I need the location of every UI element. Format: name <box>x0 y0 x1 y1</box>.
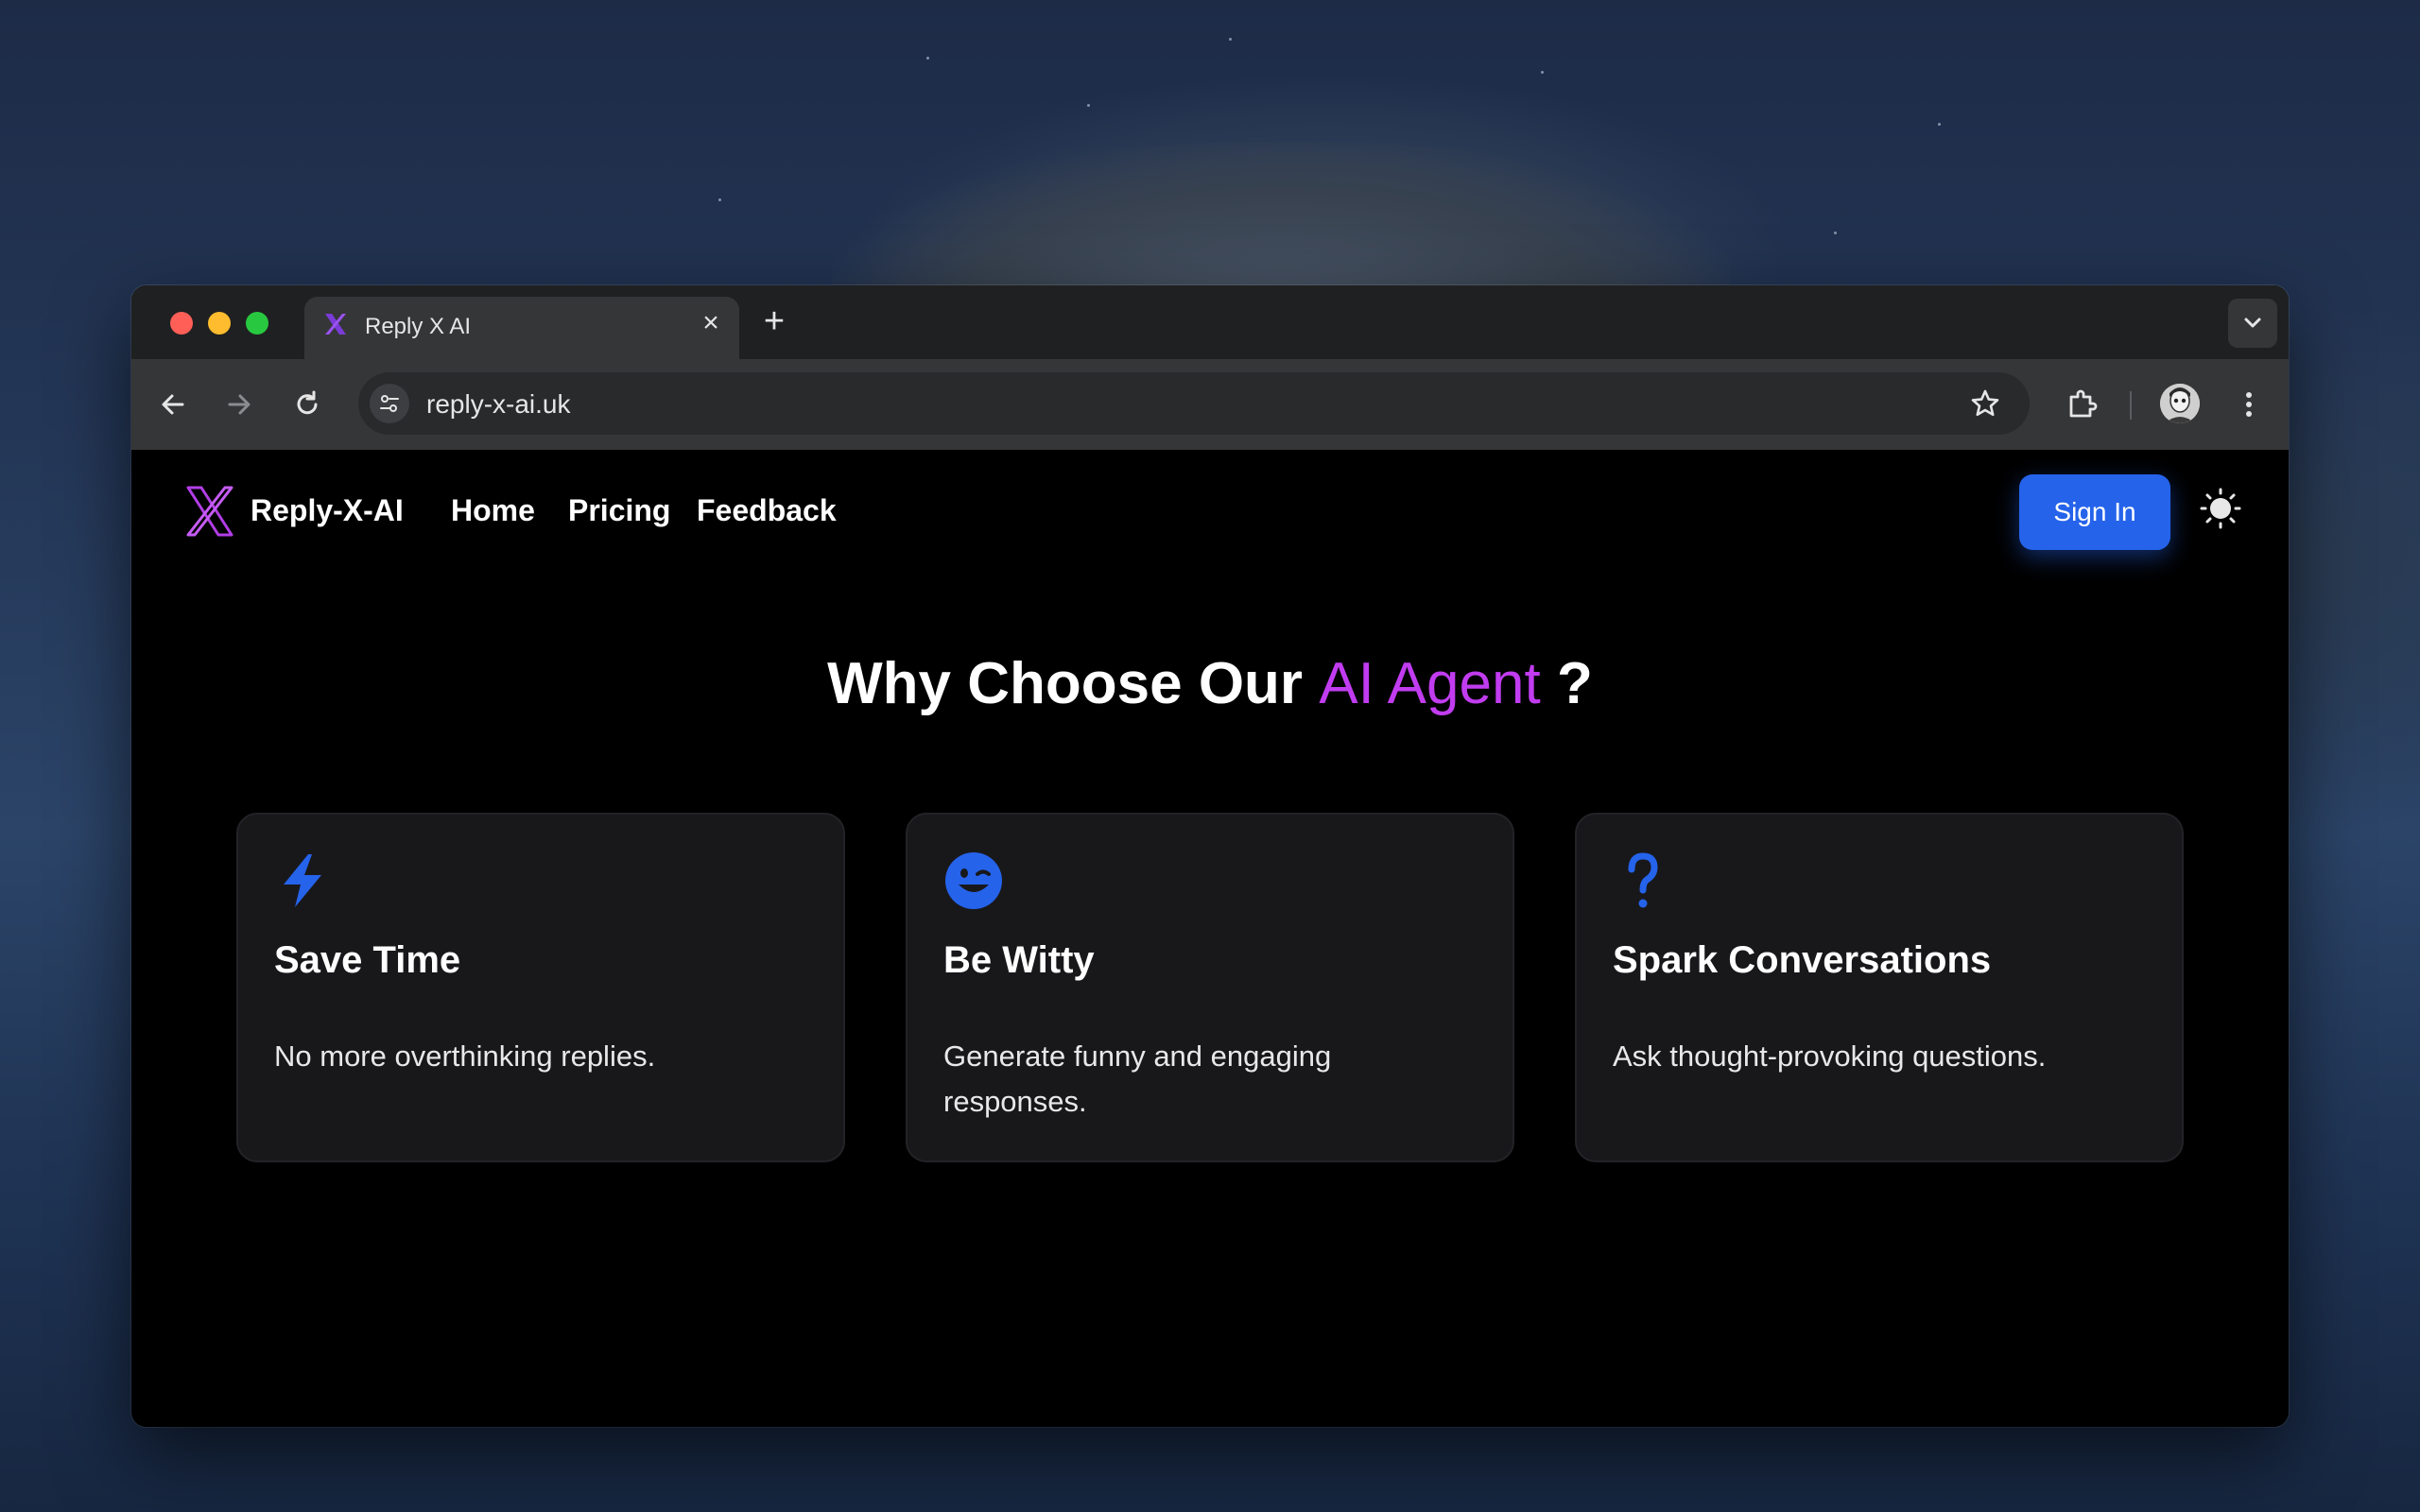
tab-reply-x-ai[interactable]: Reply X AI × <box>304 297 739 359</box>
more-menu-icon[interactable] <box>2232 387 2266 421</box>
reply-x-logo-icon[interactable] <box>182 484 237 539</box>
heading-accent: AI Agent <box>1319 651 1541 716</box>
wink-face-icon <box>945 852 1002 909</box>
tab-search-button[interactable] <box>2228 299 2277 348</box>
feature-card-save-time: Save Time No more overthinking replies. <box>236 813 845 1162</box>
heading-prefix: Why Choose Our <box>827 651 1320 716</box>
close-tab-icon[interactable]: × <box>696 308 726 338</box>
nav-link-pricing[interactable]: Pricing <box>568 493 670 528</box>
sun-icon[interactable] <box>2198 486 2243 531</box>
feature-description: Generate funny and engaging responses. <box>943 1040 1332 1118</box>
web-page: Reply-X-AI Home Pricing Feedback Sign In… <box>131 450 2289 1427</box>
url-text: reply-x-ai.uk <box>426 389 571 419</box>
toolbar-divider <box>2130 391 2132 420</box>
feature-description: Ask thought-provoking questions. <box>1613 1040 2047 1073</box>
site-info-button[interactable] <box>370 384 409 423</box>
nav-link-home[interactable]: Home <box>451 493 535 528</box>
extensions-puzzle-icon[interactable] <box>2064 386 2101 423</box>
feature-title: Save Time <box>274 939 461 981</box>
browser-window: Reply X AI × + reply-x-ai.uk Reply-X-AI … <box>131 285 2289 1427</box>
tab-title: Reply X AI <box>365 314 472 339</box>
back-arrow-icon[interactable] <box>156 387 190 421</box>
feature-title: Spark Conversations <box>1613 939 1992 981</box>
question-mark-icon <box>1628 852 1658 908</box>
reload-icon[interactable] <box>290 387 324 421</box>
new-tab-button[interactable]: + <box>755 302 793 340</box>
browser-toolbar: reply-x-ai.uk <box>131 359 2289 450</box>
feature-description: No more overthinking replies. <box>274 1040 656 1073</box>
heading-suffix: ? <box>1540 651 1593 716</box>
feature-title: Be Witty <box>943 939 1095 981</box>
tab-strip: Reply X AI × + <box>131 285 2289 359</box>
chevron-down-icon <box>2244 318 2261 328</box>
nav-link-feedback[interactable]: Feedback <box>697 493 837 528</box>
close-window-button[interactable] <box>170 312 193 335</box>
maximize-window-button[interactable] <box>246 312 268 335</box>
bookmark-star-icon[interactable] <box>1969 387 2001 420</box>
brand-name[interactable]: Reply-X-AI <box>251 493 404 528</box>
tune-icon <box>380 395 399 412</box>
minimize-window-button[interactable] <box>208 312 231 335</box>
forward-arrow-icon[interactable] <box>222 387 256 421</box>
avatar-face-icon <box>2160 384 2200 423</box>
feature-card-be-witty: Be Witty Generate funny and engaging res… <box>906 813 1514 1162</box>
address-bar[interactable]: reply-x-ai.uk <box>358 372 2030 435</box>
reply-x-logo-icon <box>325 314 346 335</box>
feature-card-spark-conversations: Spark Conversations Ask thought-provokin… <box>1575 813 2184 1162</box>
section-heading: Why Choose Our AI Agent ? <box>131 650 2289 717</box>
sign-in-button[interactable]: Sign In <box>2019 474 2170 550</box>
lightning-icon <box>284 854 321 907</box>
profile-avatar[interactable] <box>2160 384 2200 423</box>
